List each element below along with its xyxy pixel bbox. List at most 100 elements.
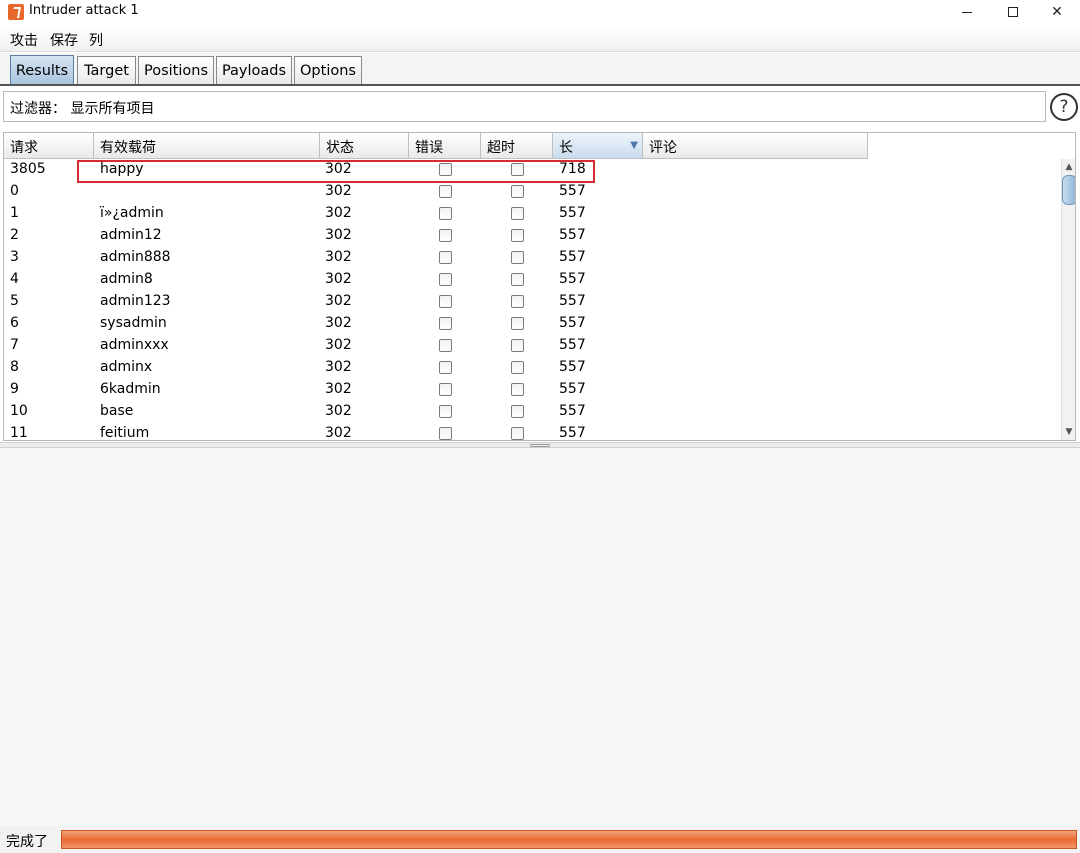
table-row[interactable]: 9 6kadmin 302 557 [4, 379, 1060, 401]
error-checkbox[interactable] [439, 361, 452, 374]
timeout-checkbox[interactable] [511, 405, 524, 418]
column-header-comment[interactable]: 评论 [643, 133, 868, 159]
column-header-error[interactable]: 错误 [409, 133, 481, 159]
request-cell: 0 [10, 183, 19, 199]
menu-save[interactable]: 保存 [50, 30, 78, 50]
payload-cell: sysadmin [100, 315, 167, 331]
error-checkbox[interactable] [439, 295, 452, 308]
status-cell: 302 [325, 293, 352, 309]
table-row[interactable]: 2 admin12 302 557 [4, 225, 1060, 247]
status-cell: 302 [325, 183, 352, 199]
request-cell: 8 [10, 359, 19, 375]
status-bar: 完成了 [0, 826, 1080, 853]
error-checkbox[interactable] [439, 273, 452, 286]
length-cell: 557 [559, 293, 586, 309]
status-cell: 302 [325, 403, 352, 419]
status-cell: 302 [325, 315, 352, 331]
table-row[interactable]: 8 adminx 302 557 [4, 357, 1060, 379]
column-label: 长 [559, 140, 573, 156]
timeout-checkbox[interactable] [511, 185, 524, 198]
filter-label: 过滤器： 显示所有项目 [10, 101, 155, 117]
timeout-checkbox[interactable] [511, 383, 524, 396]
status-cell: 302 [325, 205, 352, 221]
table-row[interactable]: 10 base 302 557 [4, 401, 1060, 423]
request-detail-pane [0, 448, 1080, 826]
request-cell: 5 [10, 293, 19, 309]
timeout-checkbox[interactable] [511, 207, 524, 220]
request-cell: 7 [10, 337, 19, 353]
maximize-button[interactable] [990, 0, 1036, 24]
length-cell: 557 [559, 425, 586, 441]
table-row[interactable]: 7 adminxxx 302 557 [4, 335, 1060, 357]
help-icon[interactable]: ? [1050, 93, 1078, 121]
tab-results[interactable]: Results [10, 55, 74, 85]
length-cell: 557 [559, 183, 586, 199]
request-cell: 9 [10, 381, 19, 397]
burp-icon [8, 4, 24, 20]
timeout-checkbox[interactable] [511, 427, 524, 440]
scroll-up-icon[interactable]: ▲ [1064, 162, 1074, 172]
splitter-grip-icon[interactable] [530, 444, 550, 447]
error-checkbox[interactable] [439, 229, 452, 242]
table-row[interactable]: 0 302 557 [4, 181, 1060, 203]
status-cell: 302 [325, 227, 352, 243]
error-checkbox[interactable] [439, 317, 452, 330]
tab-positions[interactable]: Positions [138, 56, 214, 85]
column-header-length[interactable]: 长 ▼ [553, 133, 643, 159]
menu-columns[interactable]: 列 [89, 30, 103, 50]
close-button[interactable]: ✕ [1034, 0, 1080, 24]
scroll-thumb[interactable] [1062, 175, 1075, 205]
sort-descending-icon: ▼ [630, 140, 638, 151]
column-header-request[interactable]: 请求 [4, 133, 94, 159]
menu-attack[interactable]: 攻击 [10, 30, 38, 50]
tab-options[interactable]: Options [294, 56, 362, 85]
payload-cell: admin888 [100, 249, 171, 265]
error-checkbox[interactable] [439, 207, 452, 220]
table-row[interactable]: 5 admin123 302 557 [4, 291, 1060, 313]
timeout-checkbox[interactable] [511, 251, 524, 264]
vertical-scrollbar[interactable]: ▲ ▼ [1061, 159, 1075, 440]
table-row[interactable]: 11 feitium 302 557 [4, 423, 1060, 441]
tab-target[interactable]: Target [77, 56, 136, 85]
table-row[interactable]: 6 sysadmin 302 557 [4, 313, 1060, 335]
length-cell: 557 [559, 315, 586, 331]
highlight-box [77, 160, 595, 183]
filter-bar[interactable]: 过滤器： 显示所有项目 [3, 91, 1046, 122]
error-checkbox[interactable] [439, 427, 452, 440]
scroll-down-icon[interactable]: ▼ [1064, 427, 1074, 437]
payload-cell: adminx [100, 359, 153, 375]
table-row[interactable]: 4 admin8 302 557 [4, 269, 1060, 291]
error-checkbox[interactable] [439, 251, 452, 264]
column-label: 请求 [10, 140, 38, 156]
progress-bar [61, 830, 1077, 849]
payload-cell: admin8 [100, 271, 153, 287]
payload-cell: ï»¿admin [100, 205, 164, 221]
column-header-payload[interactable]: 有效载荷 [94, 133, 320, 159]
timeout-checkbox[interactable] [511, 229, 524, 242]
error-checkbox[interactable] [439, 339, 452, 352]
error-checkbox[interactable] [439, 383, 452, 396]
payload-cell: base [100, 403, 134, 419]
table-row[interactable]: 3 admin888 302 557 [4, 247, 1060, 269]
timeout-checkbox[interactable] [511, 339, 524, 352]
error-checkbox[interactable] [439, 405, 452, 418]
timeout-checkbox[interactable] [511, 361, 524, 374]
error-checkbox[interactable] [439, 185, 452, 198]
results-table: 请求 有效载荷 状态 错误 超时 长 ▼ 评论 3805 happy 302 718 0 3… [3, 132, 1076, 441]
payload-cell: adminxxx [100, 337, 169, 353]
tab-payloads[interactable]: Payloads [216, 56, 292, 85]
timeout-checkbox[interactable] [511, 273, 524, 286]
column-header-status[interactable]: 状态 [320, 133, 409, 159]
timeout-checkbox[interactable] [511, 295, 524, 308]
length-cell: 557 [559, 403, 586, 419]
minimize-button[interactable] [944, 0, 990, 24]
length-cell: 557 [559, 249, 586, 265]
timeout-checkbox[interactable] [511, 317, 524, 330]
length-cell: 557 [559, 227, 586, 243]
length-cell: 557 [559, 205, 586, 221]
table-row[interactable]: 1 ï»¿admin 302 557 [4, 203, 1060, 225]
column-header-timeout[interactable]: 超时 [481, 133, 553, 159]
request-cell: 3805 [10, 161, 46, 177]
request-cell: 4 [10, 271, 19, 287]
status-cell: 302 [325, 425, 352, 441]
